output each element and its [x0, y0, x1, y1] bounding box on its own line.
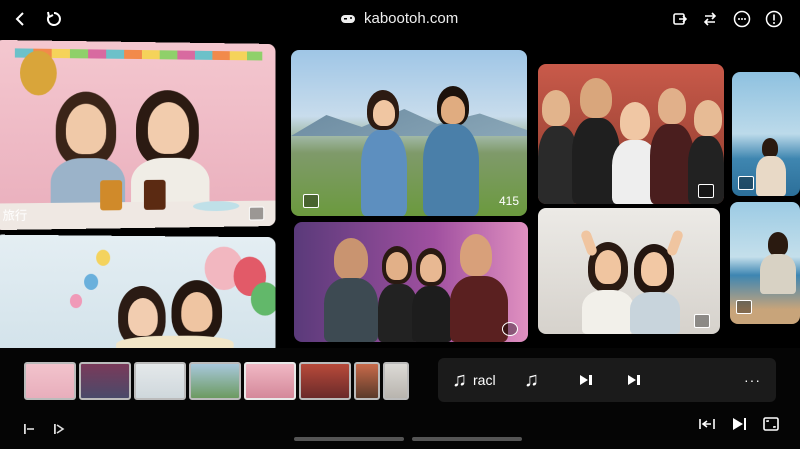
trim-end-icon: [54, 424, 65, 434]
scrub-bar-right[interactable]: [412, 437, 522, 441]
track-button[interactable]: ♫ racl: [452, 358, 496, 402]
gamepad-icon: [341, 14, 355, 23]
chevron-left-icon: [15, 12, 24, 26]
fullscreen-icon: [763, 417, 779, 431]
photo-card-group[interactable]: [538, 64, 724, 204]
address-bar[interactable]: kabootoh.com: [340, 10, 458, 27]
filmstrip-thumb[interactable]: [189, 362, 241, 400]
skip-next-button[interactable]: [578, 358, 596, 402]
back-button[interactable]: [8, 7, 32, 31]
film-icon: [303, 194, 319, 208]
filmstrip-thumb[interactable]: [134, 362, 186, 400]
photo-card-party[interactable]: 旅行: [0, 39, 276, 231]
trim-end-button[interactable]: [52, 422, 66, 441]
skip-next-icon: [580, 375, 592, 385]
collapse-button[interactable]: [698, 416, 716, 437]
rotate-icon: [703, 12, 717, 26]
trim-start-icon: [24, 424, 34, 434]
bookmark-icon: [502, 322, 518, 336]
photo-card-beach[interactable]: [732, 72, 800, 196]
photo-card-friends[interactable]: [538, 208, 720, 334]
info-icon: [765, 10, 783, 28]
play-icon: [733, 418, 746, 430]
photo-card-nightlife[interactable]: [294, 222, 528, 342]
filmstrip-thumb[interactable]: [383, 362, 409, 400]
filmstrip: [24, 362, 409, 400]
filmstrip-thumb[interactable]: [299, 362, 351, 400]
gallery-icon: [248, 206, 265, 221]
share-button[interactable]: [668, 7, 692, 31]
fullscreen-button[interactable]: [762, 416, 780, 437]
filmstrip-thumb[interactable]: [24, 362, 76, 400]
filmstrip-thumb-selected[interactable]: [244, 362, 296, 400]
track-label: racl: [473, 372, 496, 388]
scrub-bar-left[interactable]: [294, 437, 404, 441]
music-note-icon: ♫: [452, 368, 467, 391]
music-note-icon[interactable]: ♫: [524, 358, 539, 402]
photo-card-field[interactable]: 415: [291, 50, 527, 216]
trim-start-button[interactable]: [22, 422, 36, 441]
photo-icon: [694, 314, 710, 328]
reload-icon: [46, 11, 61, 26]
info-button[interactable]: [762, 7, 786, 31]
rotate-button[interactable]: [698, 7, 722, 31]
more-button[interactable]: [730, 7, 754, 31]
photo-card-seaside[interactable]: [730, 202, 800, 324]
more-icon: [733, 10, 751, 28]
album-icon: [698, 184, 714, 198]
play-button[interactable]: [730, 416, 748, 437]
bottom-panel: ♫ racl ♫ ···: [0, 348, 800, 449]
play-icon: [736, 300, 752, 314]
photo-gallery: 旅行 415: [0, 36, 800, 348]
photo-card-balloons[interactable]: [0, 234, 276, 348]
more-horizontal-icon[interactable]: ···: [744, 358, 761, 402]
reload-button[interactable]: [42, 7, 66, 31]
top-bar: kabootoh.com: [0, 0, 800, 40]
music-player: ♫ racl ♫ ···: [438, 358, 776, 402]
share-icon: [673, 13, 688, 25]
filmstrip-thumb[interactable]: [79, 362, 131, 400]
photo-caption: 旅行: [2, 208, 28, 223]
skip-next-icon: [628, 375, 640, 385]
collapse-icon: [699, 419, 715, 429]
site-url: kabootoh.com: [364, 10, 459, 27]
skip-forward-button[interactable]: [626, 358, 644, 402]
camera-icon: [738, 176, 754, 190]
photo-count: 415: [498, 194, 519, 208]
filmstrip-thumb[interactable]: [354, 362, 380, 400]
